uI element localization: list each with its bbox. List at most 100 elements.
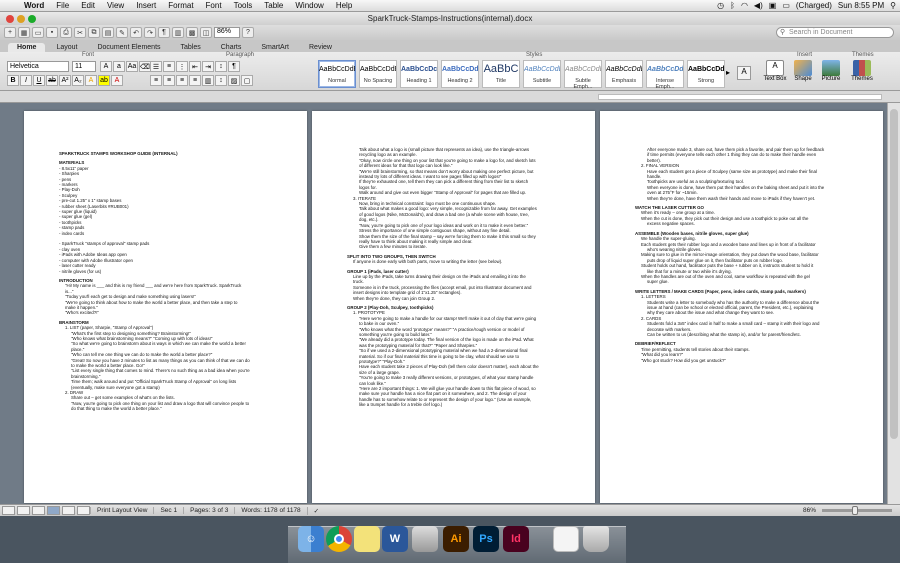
menu-font[interactable]: Font — [200, 1, 228, 10]
decrease-indent-icon[interactable]: ⇤ — [189, 61, 201, 72]
picture-button[interactable]: Picture — [816, 60, 846, 82]
shape-button[interactable]: Shape — [788, 60, 818, 82]
notebook-view-icon[interactable] — [62, 506, 75, 515]
style-no-spacing[interactable]: AaBbCcDdE No Spacing — [359, 60, 397, 88]
tab-home[interactable]: Home — [8, 43, 46, 52]
print-icon[interactable]: ⎙ — [60, 27, 72, 38]
zoom-slider-thumb[interactable] — [852, 506, 858, 515]
trash-icon[interactable] — [583, 526, 609, 552]
draft-view-icon[interactable] — [2, 506, 15, 515]
full-screen-view-icon[interactable] — [77, 506, 90, 515]
menu-insert[interactable]: Insert — [130, 1, 162, 10]
vertical-scrollbar[interactable] — [887, 103, 900, 504]
photoshop-icon[interactable]: Ps — [473, 526, 499, 552]
bold-icon[interactable]: B — [7, 75, 19, 86]
show-formatting-icon[interactable]: ¶ — [158, 27, 170, 38]
chrome-icon[interactable] — [326, 526, 352, 552]
cut-icon[interactable]: ✂ — [74, 27, 86, 38]
bluetooth-icon[interactable]: ᛒ — [730, 1, 735, 10]
open-icon[interactable]: ▭ — [32, 27, 44, 38]
strikethrough-icon[interactable]: ab — [46, 75, 58, 86]
menu-file[interactable]: File — [50, 1, 75, 10]
tab-layout[interactable]: Layout — [47, 43, 86, 52]
save-icon[interactable]: ▪ — [46, 27, 58, 38]
style-subtle-emphasis[interactable]: AaBbCcDdE Subtle Emph... — [564, 60, 602, 90]
new-document-icon[interactable]: + — [4, 27, 16, 38]
highlight-icon[interactable]: ab — [98, 75, 110, 86]
shading-icon[interactable]: ▨ — [228, 75, 240, 86]
text-box-button[interactable]: A Text Box — [760, 60, 790, 82]
spotlight-icon[interactable]: ⚲ — [890, 1, 896, 10]
horizontal-ruler[interactable] — [0, 91, 900, 103]
photo-icon[interactable] — [412, 526, 438, 552]
style-title[interactable]: AaBbC Title — [482, 60, 520, 88]
pilcrow-icon[interactable]: ¶ — [228, 61, 240, 72]
indesign-icon[interactable]: Id — [503, 526, 529, 552]
finder-icon[interactable]: ☺ — [298, 526, 324, 552]
zoom-field[interactable]: 86% — [214, 27, 240, 38]
align-center-icon[interactable]: ≡ — [163, 75, 175, 86]
wifi-icon[interactable]: ◠ — [741, 1, 748, 10]
justify-icon[interactable]: ≡ — [189, 75, 201, 86]
publishing-view-icon[interactable] — [32, 506, 45, 515]
shrink-font-icon[interactable]: a — [113, 61, 125, 72]
change-case-icon[interactable]: Aa — [126, 61, 138, 72]
menu-edit[interactable]: Edit — [75, 1, 101, 10]
battery-status[interactable]: (Charged) — [796, 1, 832, 10]
time-machine-icon[interactable]: ◷ — [717, 1, 724, 10]
print-layout-view-icon[interactable] — [47, 506, 60, 515]
text-effects-icon[interactable]: A — [85, 75, 97, 86]
word-icon[interactable]: W — [382, 526, 408, 552]
help-icon[interactable]: ? — [242, 27, 254, 38]
style-heading-1[interactable]: AaBbCcDc Heading 1 — [400, 60, 438, 88]
increase-indent-icon[interactable]: ⇥ — [202, 61, 214, 72]
word-count[interactable]: Words: 1178 of 1178 — [234, 507, 306, 514]
style-strong[interactable]: AaBbCcDdE Strong — [687, 60, 725, 88]
menu-app-name[interactable]: Word — [18, 1, 50, 10]
numbering-icon[interactable]: ≡ — [163, 61, 175, 72]
style-emphasis[interactable]: AaBbCcDdE Emphasis — [605, 60, 643, 88]
style-normal[interactable]: AaBbCcDdE Normal — [318, 60, 356, 88]
undo-icon[interactable]: ↶ — [130, 27, 142, 38]
document-page-2[interactable]: Talk about what a logo is (small picture… — [312, 111, 595, 503]
tab-document-elements[interactable]: Document Elements — [88, 43, 169, 52]
tab-tables[interactable]: Tables — [172, 43, 210, 52]
tab-review[interactable]: Review — [300, 43, 341, 52]
style-intense-emphasis[interactable]: AaBbCcDdE Intense Emph... — [646, 60, 684, 90]
style-subtitle[interactable]: AaBbCcDdE Subtitle — [523, 60, 561, 88]
multilevel-list-icon[interactable]: ⋮ — [176, 61, 188, 72]
search-input[interactable]: ⚲ Search in Document — [776, 27, 894, 38]
font-size-field[interactable]: 11 — [72, 61, 96, 72]
subscript-icon[interactable]: A₂ — [72, 75, 84, 86]
menu-window[interactable]: Window — [289, 1, 329, 10]
battery-icon[interactable]: ▭ — [782, 1, 790, 10]
format-painter-icon[interactable]: ✎ — [116, 27, 128, 38]
menu-view[interactable]: View — [101, 1, 130, 10]
bullets-icon[interactable]: ☰ — [150, 61, 162, 72]
menu-table[interactable]: Table — [258, 1, 289, 10]
toolbox-icon[interactable]: ◫ — [200, 27, 212, 38]
document-page-3[interactable]: After everyone made 3, share out, have t… — [600, 111, 883, 503]
menu-help[interactable]: Help — [330, 1, 358, 10]
illustrator-icon[interactable]: Ai — [443, 526, 469, 552]
stickies-icon[interactable] — [354, 526, 380, 552]
grow-font-icon[interactable]: A — [100, 61, 112, 72]
copy-icon[interactable]: ⧉ — [88, 27, 100, 38]
menu-tools[interactable]: Tools — [228, 1, 259, 10]
status-zoom[interactable]: 86% — [803, 507, 822, 514]
paste-icon[interactable]: ▤ — [102, 27, 114, 38]
themes-button[interactable]: Themes — [847, 60, 877, 82]
sidebar-icon[interactable]: ▥ — [172, 27, 184, 38]
sort-icon[interactable]: ↕ — [215, 61, 227, 72]
templates-icon[interactable]: ▦ — [18, 27, 30, 38]
document-area[interactable]: SPARKTRUCK STAMPS WORKSHOP GUIDE (INTERN… — [0, 103, 887, 504]
style-heading-2[interactable]: AaBbCcDdE Heading 2 — [441, 60, 479, 88]
tab-smartart[interactable]: SmartArt — [252, 43, 298, 52]
tab-charts[interactable]: Charts — [212, 43, 251, 52]
columns-icon[interactable]: ▥ — [202, 75, 214, 86]
document-icon[interactable] — [553, 526, 579, 552]
scrollbar-thumb[interactable] — [890, 109, 898, 439]
italic-icon[interactable]: I — [20, 75, 32, 86]
document-page-1[interactable]: SPARKTRUCK STAMPS WORKSHOP GUIDE (INTERN… — [24, 111, 307, 503]
zoom-slider[interactable] — [822, 506, 892, 515]
